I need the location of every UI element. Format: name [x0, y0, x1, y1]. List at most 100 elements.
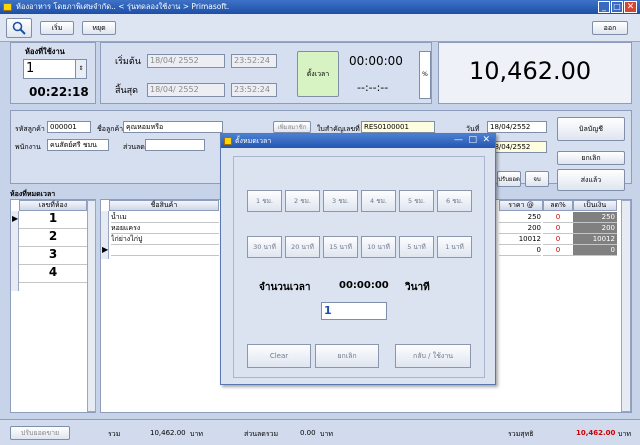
cancel-bill-button[interactable]: ยกเลิก — [557, 151, 625, 165]
hour-5-button[interactable]: 5 ชม. — [399, 190, 434, 212]
sum-label: รวม — [108, 430, 121, 438]
net-label: รวมสุทธิ — [508, 430, 534, 438]
item-name[interactable]: หอยแครง — [111, 223, 219, 234]
dialog-ok-button[interactable]: กลับ / ใช้งาน — [395, 344, 471, 368]
toolbar: เริ่ม หยุด ออก — [0, 14, 640, 42]
dialog-minimize-icon[interactable]: — — [454, 135, 463, 145]
item-name[interactable]: ไก่ย่างไก่ปู — [111, 234, 219, 245]
dialog-close-icon[interactable]: ✕ — [482, 135, 490, 145]
app-icon — [3, 3, 12, 11]
item-discount: 0 — [543, 245, 573, 256]
sum-value: 10,462.00 — [150, 429, 186, 437]
invoice-field[interactable]: RES0100001 — [361, 121, 435, 133]
items-header-total: เป็นเงิน — [573, 200, 617, 211]
unit-label: วินาที — [405, 282, 430, 293]
net-value: 10,462.00 — [576, 429, 616, 437]
room-row[interactable]: 1 — [19, 211, 87, 229]
items-scrollbar[interactable] — [621, 200, 631, 412]
customer-code-field[interactable]: 000001 — [47, 121, 91, 133]
item-discount: 0 — [543, 223, 573, 234]
end-date-field[interactable]: 18/04/ 2552 — [147, 83, 225, 97]
start-time-field[interactable]: 23:52:24 — [231, 54, 277, 68]
room-row[interactable]: 4 — [19, 265, 87, 283]
item-total: 0 — [573, 245, 617, 256]
room-row[interactable]: 3 — [19, 247, 87, 265]
restore-button[interactable]: □ — [611, 1, 623, 13]
clear-button[interactable]: Clear — [247, 344, 311, 368]
customer-name-label: ชื่อลูกค้า — [97, 125, 124, 133]
minute-10-button[interactable]: 10 นาที — [361, 236, 396, 258]
item-name[interactable]: น้ำเม — [111, 212, 219, 223]
seconds-input[interactable]: 1 — [321, 302, 387, 320]
item-discount: 0 — [543, 234, 573, 245]
start-button[interactable]: เริ่ม — [40, 21, 74, 35]
hour-6-button[interactable]: 6 ชม. — [437, 190, 472, 212]
minute-15-button[interactable]: 15 นาที — [323, 236, 358, 258]
hour-4-button[interactable]: 4 ชม. — [361, 190, 396, 212]
row-pointer-icon: ▶ — [102, 245, 109, 254]
amount-label: จำนวนเวลา — [259, 282, 311, 293]
start-label: เริ่มต้น — [115, 57, 141, 67]
total-display: 10,462.00 — [469, 57, 592, 85]
exit-button[interactable]: ออก — [592, 21, 628, 35]
date-field-2[interactable]: 18/04/2552 — [487, 141, 547, 153]
spin-icon[interactable]: ⇕ — [75, 60, 86, 78]
item-name[interactable] — [111, 245, 219, 256]
window-title: ห้องอาหาร โดยภาพิเศษจำกัด.. < รุ่นทดลองใ… — [0, 0, 640, 14]
close-button[interactable]: ✕ — [624, 1, 637, 13]
item-price: 250 — [499, 212, 541, 223]
row-pointer-icon: ▶ — [12, 214, 19, 223]
items-header-name: ชื่อสินค้า — [109, 200, 219, 211]
set-time-button[interactable]: ตั้งเวลา — [297, 51, 339, 97]
hour-1-button[interactable]: 1 ชม. — [247, 190, 282, 212]
minimize-button[interactable]: _ — [598, 1, 610, 13]
end-label: สิ้นสุด — [115, 86, 138, 96]
rooms-table: เลขที่ห้อง ▶ 1 2 3 4 — [10, 199, 96, 413]
add-member-button[interactable]: เพิ่มสมาชิก — [273, 121, 311, 133]
rooms-scrollbar[interactable] — [87, 200, 96, 412]
minute-1-button[interactable]: 1 นาที — [437, 236, 472, 258]
dialog-cancel-button[interactable]: ยกเลิก — [315, 344, 379, 368]
adjust-sales-button[interactable]: ปรับยอดขาย — [10, 426, 70, 440]
room-row[interactable]: 2 — [19, 229, 87, 247]
discount-field[interactable] — [145, 139, 205, 151]
rooms-table-header: เลขที่ห้อง — [19, 200, 87, 211]
staff-label: พนักงาน — [15, 143, 41, 151]
item-price: 0 — [499, 245, 541, 256]
total-discount-value: 0.00 — [300, 429, 316, 437]
accounts-button[interactable]: บิลบัญชี — [557, 117, 625, 141]
room-label: ห้องที่ใช้งาน — [25, 47, 65, 56]
date-field[interactable]: 18/04/2552 — [487, 121, 547, 133]
net-unit: บาท — [618, 430, 631, 438]
staff-select[interactable]: คนสัตย์ศรี ชมน — [47, 139, 109, 151]
end-button[interactable]: จบ — [525, 171, 549, 187]
end-time-field[interactable]: 23:52:24 — [231, 83, 277, 97]
pause-button[interactable]: หยุด — [82, 21, 116, 35]
adjust-button[interactable]: ปรับยอด — [497, 171, 521, 187]
send-button[interactable]: ส่งแล้ว — [557, 169, 625, 191]
customer-name-field[interactable]: คุณหอมหรือ — [123, 121, 223, 133]
minute-20-button[interactable]: 20 นาที — [285, 236, 320, 258]
discount-label: ส่วนลด — [123, 143, 145, 151]
elapsed-time: 00:22:18 — [29, 85, 89, 99]
time-panel: เริ่มต้น สิ้นสุด 18/04/ 2552 23:52:24 18… — [100, 42, 432, 104]
item-discount: 0 — [543, 212, 573, 223]
dialog-maximize-icon[interactable]: □ — [468, 135, 477, 145]
start-date-field[interactable]: 18/04/ 2552 — [147, 54, 225, 68]
sum-unit: บาท — [190, 430, 203, 438]
minute-5-button[interactable]: 5 นาที — [399, 236, 434, 258]
dialog-icon — [224, 137, 232, 145]
item-price: 200 — [499, 223, 541, 234]
percent-bar: % — [419, 51, 431, 99]
status-bar: ปรับยอดขาย รวม 10,462.00 บาท ส่วนลดรวม 0… — [0, 419, 640, 445]
hour-3-button[interactable]: 3 ชม. — [323, 190, 358, 212]
minute-30-button[interactable]: 30 นาที — [247, 236, 282, 258]
items-header-price: ราคา @ — [499, 200, 543, 211]
items-header-discount: ลด% — [543, 200, 573, 211]
search-button[interactable] — [6, 18, 32, 38]
total-display-panel: 10,462.00 — [438, 42, 632, 104]
set-expiry-dialog: ตั้งหมดเวลา — □ ✕ 1 ชม. 2 ชม. 3 ชม. 4 ชม… — [220, 133, 496, 385]
hour-2-button[interactable]: 2 ชม. — [285, 190, 320, 212]
room-panel: ห้องที่ใช้งาน 1 ⇕ 00:22:18 — [10, 42, 96, 104]
timer-display: 00:00:00 — [349, 54, 403, 68]
